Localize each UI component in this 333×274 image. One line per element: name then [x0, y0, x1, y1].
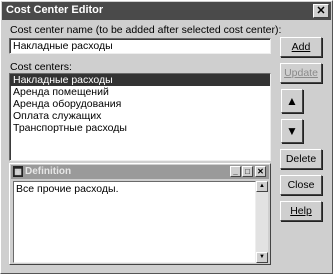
window-icon: ▦	[13, 166, 23, 177]
close-button[interactable]: Close	[280, 175, 322, 195]
list-item[interactable]: Накладные расходы	[10, 74, 270, 86]
move-up-button[interactable]: ▲	[281, 89, 303, 113]
close-button-label: Close	[287, 179, 315, 191]
list-item[interactable]: Транспортные расходы	[10, 122, 270, 134]
name-field-label: Cost center name (to be added after sele…	[10, 24, 282, 36]
maximize-icon[interactable]: □	[242, 166, 253, 177]
cost-center-name-input[interactable]	[9, 38, 271, 54]
help-button[interactable]: Help	[280, 201, 322, 221]
window-close-button[interactable]: ✕	[313, 4, 329, 18]
delete-button[interactable]: Delete	[280, 149, 322, 169]
cost-centers-label: Cost centers:	[10, 61, 72, 73]
update-button[interactable]: Update	[280, 63, 322, 83]
cost-center-editor-dialog: Cost Center Editor ✕ Cost center name (t…	[0, 0, 333, 274]
arrow-down-icon: ▼	[286, 124, 298, 138]
update-button-label: Update	[284, 67, 318, 79]
add-button-label: Add	[291, 41, 311, 53]
move-down-button[interactable]: ▼	[281, 119, 303, 143]
definition-scrollbar[interactable]: ▲ ▼	[256, 181, 268, 263]
list-item[interactable]: Аренда помещений	[10, 86, 270, 98]
definition-title: Definition	[25, 166, 72, 177]
minimize-icon[interactable]: _	[230, 166, 241, 177]
arrow-up-icon: ▲	[286, 94, 298, 108]
definition-textarea[interactable]: Все прочие расходы.	[13, 181, 256, 263]
delete-button-label: Delete	[285, 153, 317, 165]
definition-window: ▦ Definition _ □ ✕ Все прочие расходы. ▲…	[9, 163, 271, 265]
scroll-down-icon[interactable]: ▼	[256, 252, 268, 263]
close-icon[interactable]: ✕	[255, 166, 266, 177]
title-bar[interactable]: Cost Center Editor ✕	[2, 2, 331, 20]
help-button-label: Help	[290, 205, 312, 217]
list-item[interactable]: Аренда оборудования	[10, 98, 270, 110]
window-title: Cost Center Editor	[6, 4, 104, 16]
list-item[interactable]: Оплата служащих	[10, 110, 270, 122]
scroll-up-icon[interactable]: ▲	[256, 181, 268, 192]
cost-centers-listbox[interactable]: Накладные расходы Аренда помещений Аренд…	[9, 73, 271, 161]
add-button[interactable]: Add	[280, 37, 322, 57]
definition-title-bar[interactable]: ▦ Definition _ □ ✕	[11, 165, 269, 179]
